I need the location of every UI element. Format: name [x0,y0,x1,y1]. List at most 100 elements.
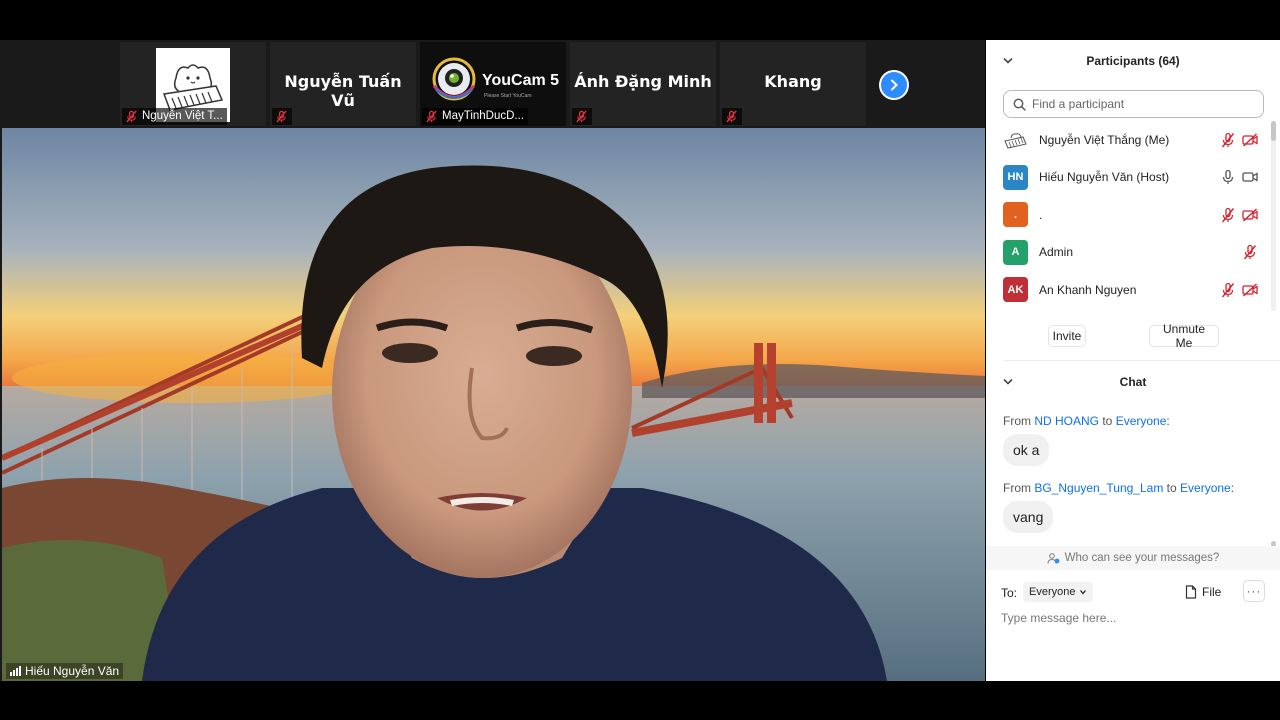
people-icon [1047,552,1060,564]
mic-muted-icon [426,110,437,123]
video-off-icon[interactable] [1242,132,1258,148]
mic-muted-icon [576,110,587,123]
message-sender[interactable]: BG_Nguyen_Tung_Lam [1034,481,1163,495]
participant-name: Admin [1039,245,1074,260]
participant-avatar: HN [1003,164,1028,190]
message-header: From ND HOANG to Everyone: [1003,414,1170,428]
video-off-icon[interactable] [1242,282,1258,298]
mic-muted-icon [726,110,737,123]
mic-muted-icon [126,110,137,123]
thumbnail-4[interactable]: Ánh Đặng Minh [570,42,716,126]
file-icon [1185,585,1197,599]
message-recipient[interactable]: Everyone [1180,481,1231,495]
search-icon [1013,98,1026,111]
from-prefix: From [1003,481,1035,495]
thumbnail-3[interactable]: YouCam 5 Please Start YouCam MayTinhDucD… [420,42,566,126]
participant-row[interactable]: HN Hiếu Nguyễn Văn (Host) [986,159,1280,197]
participant-row[interactable]: Nguyễn Việt Thắng (Me) [986,121,1280,159]
letterbox-top [0,0,1280,40]
message-sender[interactable]: ND HOANG [1034,414,1099,428]
chevron-down-icon [1080,590,1087,595]
thumbnail-2[interactable]: Nguyễn Tuấn Vũ [270,42,416,126]
message-recipient[interactable]: Everyone [1116,414,1167,428]
chat-compose: To: Everyone File ··· [986,578,1280,681]
participants-header: Participants (64) [986,40,1280,82]
file-label: File [1202,585,1222,599]
speaker-name: Hiếu Nguyễn Văn [25,664,120,678]
participant-row[interactable]: AK An Khanh Nguyen [986,271,1280,309]
mic-icon[interactable] [1220,169,1236,185]
thumbnail-1[interactable]: Nguyễn Việt T... [120,42,266,126]
speaker-name-tag: Hiếu Nguyễn Văn [6,663,124,679]
letterbox-bottom [0,681,1280,720]
thumbnail-label: MayTinhDucD... [422,108,529,125]
chat-header: Chat [986,368,1280,396]
file-button[interactable]: File [1185,582,1221,602]
thumbnail-display-name: Khang [764,72,822,91]
chat-title: Chat [1119,375,1147,389]
meeting-area: Nguyễn Việt T... Nguyễn Tuấn Vũ YouCam 5… [0,40,985,681]
participant-avatar [1003,127,1028,153]
to-prefix: to [1163,481,1181,495]
mic-muted-icon [276,110,287,123]
recipient-select[interactable]: Everyone [1023,582,1094,602]
who-can-see-messages[interactable]: Who can see your messages? [986,546,1280,570]
more-options-button[interactable]: ··· [1243,580,1265,602]
header-suffix: : [1166,414,1170,428]
chat-message: From BG_Nguyen_Tung_Lam to Everyone: van… [986,473,1280,540]
participant-name: Hiếu Nguyễn Văn (Host) [1039,170,1170,185]
to-prefix: to [1099,414,1116,428]
participants-scrollbar[interactable] [1271,121,1276,311]
scrollbar-thumb[interactable] [1271,121,1276,141]
message-input[interactable] [1001,608,1266,628]
thumbnail-5[interactable]: Khang [720,42,866,126]
next-page-button[interactable] [879,70,909,100]
participant-initials: A [1011,246,1020,259]
mic-muted-icon[interactable] [1242,244,1258,260]
thumbnail-label [722,108,742,125]
participant-search[interactable] [1003,90,1264,118]
who-can-see-text: Who can see your messages? [1064,552,1220,564]
signal-strength-icon [10,666,21,676]
chat-message: From ND HOANG to Everyone: ok a [986,406,1280,473]
recipient-value: Everyone [1029,586,1076,598]
mic-muted-icon[interactable] [1220,282,1236,298]
participant-row[interactable]: . . [986,196,1280,234]
youcam-version: 5 [550,72,560,89]
participant-row[interactable]: A Admin [986,234,1280,272]
unmute-me-button[interactable]: Unmute Me [1149,322,1219,350]
thumbnail-display-name: Ánh Đặng Minh [574,72,712,91]
to-label: To: [1001,586,1018,600]
participant-initials: HN [1007,171,1024,184]
chevron-right-icon [891,79,898,91]
mic-muted-icon[interactable] [1220,132,1236,148]
video-icon[interactable] [1242,169,1258,185]
youcam-brand: YouCam [482,72,546,89]
participant-avatar: AK [1003,277,1028,303]
youcam-caption: Please Start YouCam [484,93,532,99]
mic-muted-icon[interactable] [1220,207,1236,223]
participant-avatar: A [1003,239,1028,265]
thumbnail-strip: Nguyễn Việt T... Nguyễn Tuấn Vũ YouCam 5… [0,40,985,128]
message-header: From BG_Nguyen_Tung_Lam to Everyone: [1003,481,1234,495]
participant-name: Nguyễn Việt Thắng (Me) [1039,132,1170,147]
speaker-video-frame [2,128,985,681]
chat-scrollbar[interactable] [1271,402,1276,547]
participant-initials: . [1013,208,1018,221]
participant-list: Nguyễn Việt Thắng (Me) HN Hiếu Nguyễn Vă… [986,121,1280,309]
side-panel: Participants (64) Nguyễn Việt Thắng (Me)… [986,40,1280,681]
from-prefix: From [1003,414,1035,428]
thumbnail-label: Nguyễn Việt T... [122,108,227,125]
video-off-icon[interactable] [1242,207,1258,223]
participant-name: An Khanh Nguyen [1039,282,1137,297]
thumbnail-label [572,108,592,125]
thumbnail-name: MayTinhDucD... [442,110,525,122]
header-suffix: : [1230,481,1235,495]
invite-button[interactable]: Invite [1048,325,1086,347]
thumbnail-label [272,108,292,125]
participants-title: Participants (64) [1086,54,1180,68]
search-input[interactable] [1032,97,1252,111]
active-speaker-video: Hiếu Nguyễn Văn [2,128,985,681]
thumbnail-display-name: Nguyễn Tuấn Vũ [284,72,402,110]
participant-initials: AK [1007,283,1024,296]
